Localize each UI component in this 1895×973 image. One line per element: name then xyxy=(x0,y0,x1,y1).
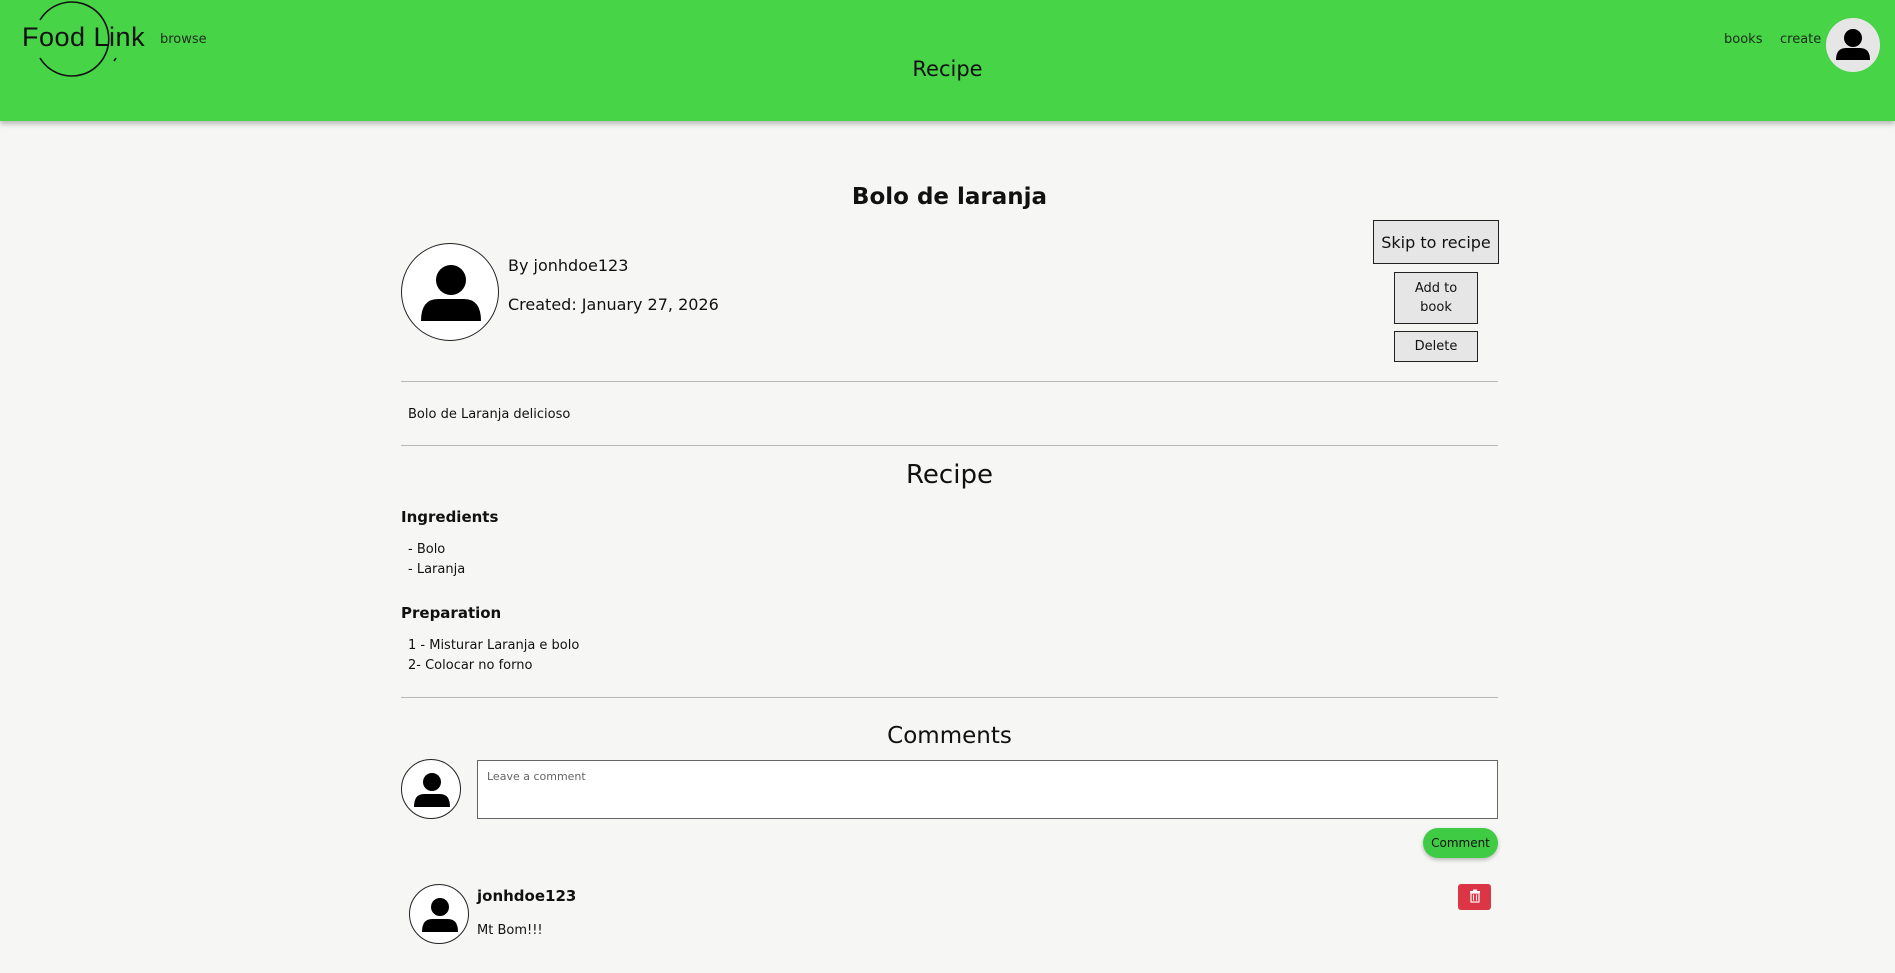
divider xyxy=(401,697,1498,698)
user-avatar-icon xyxy=(421,265,481,321)
delete-comment-button[interactable] xyxy=(1458,884,1491,910)
recipe-title: Bolo de laranja xyxy=(851,184,1048,210)
add-to-book-button[interactable]: Add to book xyxy=(1394,272,1478,324)
nav-books-link[interactable]: books xyxy=(1724,32,1762,47)
recipe-description: Bolo de Laranja delicioso xyxy=(408,407,571,422)
comment-input[interactable] xyxy=(477,760,1498,819)
comment-submit-button[interactable]: Comment xyxy=(1423,828,1498,858)
ingredient-item: - Laranja xyxy=(408,562,466,577)
created-date: Created: January 27, 2026 xyxy=(508,295,719,314)
page-title: Recipe xyxy=(912,57,983,81)
ingredient-item: - Bolo xyxy=(408,542,446,557)
preparation-step: 2- Colocar no forno xyxy=(408,658,533,673)
user-avatar-icon xyxy=(1836,29,1870,60)
delete-recipe-button[interactable]: Delete xyxy=(1394,331,1478,362)
comments-section-title: Comments xyxy=(887,723,1012,749)
user-avatar-icon xyxy=(422,898,458,932)
trash-icon xyxy=(1469,889,1480,903)
preparation-step: 1 - Misturar Laranja e bolo xyxy=(408,638,580,653)
commenter-name[interactable]: jonhdoe123 xyxy=(477,887,576,905)
nav-create-link[interactable]: create xyxy=(1780,32,1821,47)
commenter-avatar[interactable] xyxy=(409,884,469,944)
divider xyxy=(401,445,1498,446)
skip-to-recipe-button[interactable]: Skip to recipe xyxy=(1373,220,1499,264)
ingredients-heading: Ingredients xyxy=(401,508,499,526)
recipe-section-title: Recipe xyxy=(906,460,993,490)
logo-text: Food Link xyxy=(22,22,146,52)
current-user-avatar xyxy=(401,759,461,819)
author-avatar[interactable] xyxy=(401,243,499,341)
preparation-heading: Preparation xyxy=(401,604,502,622)
comment-text: Mt Bom!!! xyxy=(477,923,543,938)
author-name[interactable]: By jonhdoe123 xyxy=(508,256,628,275)
user-avatar-icon xyxy=(414,773,450,807)
nav-browse-link[interactable]: browse xyxy=(160,32,207,47)
user-avatar-button[interactable] xyxy=(1826,18,1880,72)
top-navbar: Food Link browse Recipe books create xyxy=(0,0,1895,121)
divider xyxy=(401,381,1498,382)
